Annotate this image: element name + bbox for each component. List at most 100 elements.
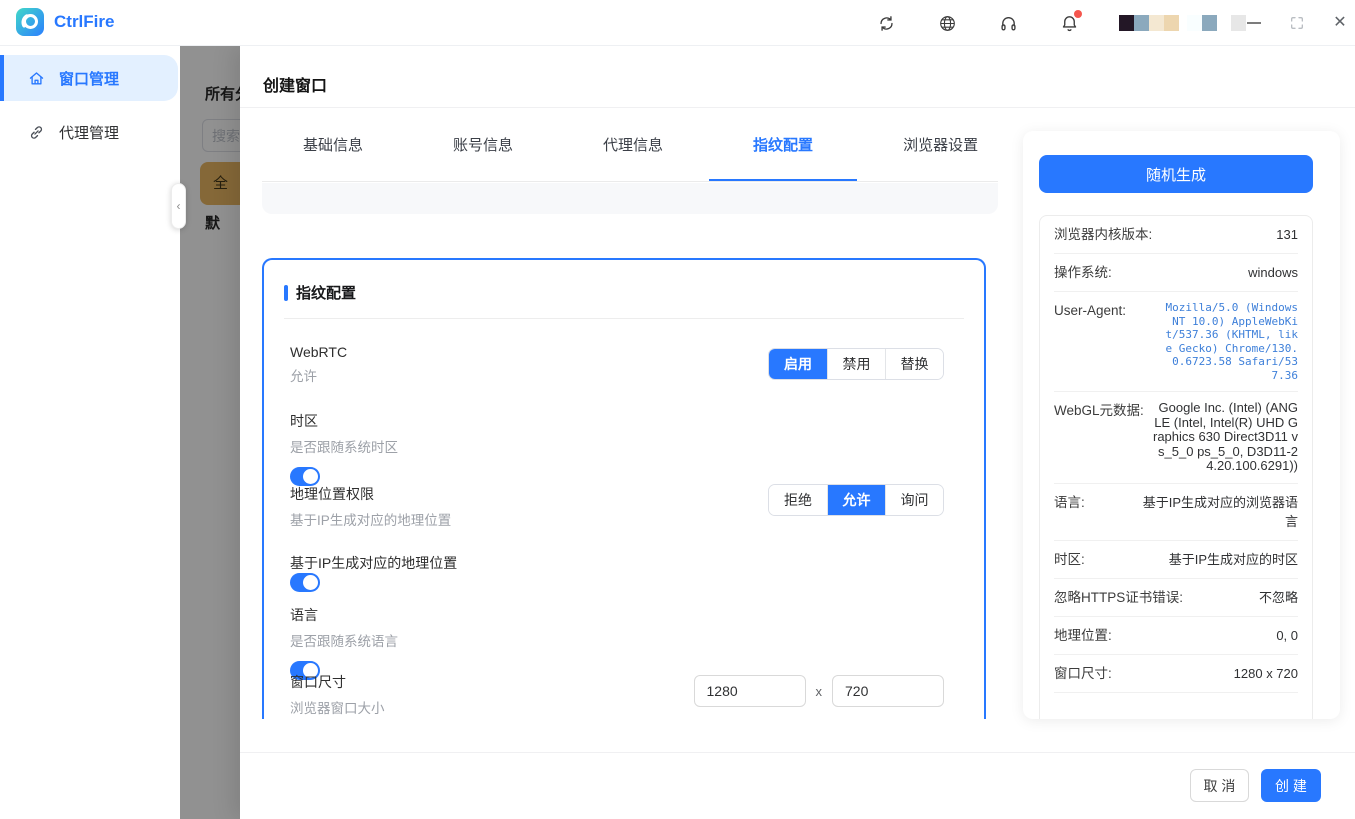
height-input[interactable] — [832, 675, 944, 707]
minimize-button[interactable] — [1246, 15, 1262, 31]
theme-swatches — [1119, 15, 1246, 31]
theme-swatch-dark[interactable] — [1119, 15, 1134, 31]
summary-value: Mozilla/5.0 (Windows NT 10.0) AppleWebKi… — [1162, 301, 1298, 382]
fullscreen-button[interactable] — [1289, 15, 1305, 31]
create-window-dialog: 创建窗口 基础信息 账号信息 代理信息 指纹配置 浏览器设置 指纹配置 WebR… — [240, 46, 1355, 819]
geo-by-ip-label: 基于IP生成对应的地理位置 — [290, 553, 944, 573]
section-title: 指纹配置 — [296, 282, 356, 303]
section-accent-bar — [284, 285, 288, 301]
sidebar-item-label: 窗口管理 — [59, 68, 119, 89]
headset-icon[interactable] — [998, 13, 1018, 33]
width-input[interactable] — [694, 675, 806, 707]
language-label: 语言 — [290, 605, 944, 625]
brand: CtrlFire — [16, 8, 114, 36]
summary-label: 浏览器内核版本: — [1054, 225, 1152, 244]
summary-row-os: 操作系统: windows — [1054, 254, 1298, 292]
topbar-actions — [876, 0, 1079, 46]
drawer-collapse-handle[interactable]: ‹ — [171, 183, 186, 229]
summary-row-webgl: WebGL元数据: Google Inc. (Intel) (ANGLE (In… — [1054, 392, 1298, 484]
theme-swatch-steel[interactable] — [1202, 15, 1217, 31]
summary-row-kernel: 浏览器内核版本: 131 — [1054, 216, 1298, 254]
toggle-knob — [303, 469, 318, 484]
window-size-row: 窗口尺寸 浏览器窗口大小 x — [290, 672, 944, 717]
create-button[interactable]: 创 建 — [1261, 769, 1321, 802]
language-sublabel: 是否跟随系统语言 — [290, 630, 944, 650]
summary-label: WebGL元数据: — [1054, 401, 1144, 420]
geo-option-ask[interactable]: 询问 — [885, 485, 943, 515]
fingerprint-section-header: 指纹配置 — [284, 282, 356, 303]
summary-value: 1280 x 720 — [1138, 664, 1298, 683]
random-generate-button[interactable]: 随机生成 — [1039, 155, 1313, 193]
sidebar-item-label: 代理管理 — [59, 122, 119, 143]
tab-browser-settings[interactable]: 浏览器设置 — [859, 107, 1022, 182]
geo-by-ip-row: 基于IP生成对应的地理位置 — [290, 553, 944, 592]
fingerprint-summary-panel: 随机生成 浏览器内核版本: 131 操作系统: windows User-Age… — [1023, 131, 1340, 719]
dialog-title: 创建窗口 — [263, 72, 327, 96]
geo-by-ip-toggle[interactable] — [290, 573, 320, 592]
theme-swatch-blue[interactable] — [1134, 15, 1149, 31]
webrtc-option-disable[interactable]: 禁用 — [827, 349, 885, 379]
summary-label: 时区: — [1054, 550, 1085, 569]
summary-value: 基于IP生成对应的浏览器语言 — [1138, 493, 1298, 531]
theme-swatch-pale[interactable] — [1187, 15, 1202, 31]
webrtc-option-enable[interactable]: 启用 — [769, 349, 827, 379]
brand-name: CtrlFire — [54, 12, 114, 32]
refresh-icon[interactable] — [876, 13, 896, 33]
tab-account-info[interactable]: 账号信息 — [409, 107, 557, 182]
tab-proxy-info[interactable]: 代理信息 — [559, 107, 707, 182]
fingerprint-summary-card: 浏览器内核版本: 131 操作系统: windows User-Agent: M… — [1039, 215, 1313, 719]
bell-icon[interactable] — [1059, 13, 1079, 33]
sidebar-item-proxy-management[interactable]: 代理管理 — [0, 109, 178, 155]
theme-swatch-tan[interactable] — [1164, 15, 1179, 31]
webrtc-segmented: 启用 禁用 替换 — [768, 348, 944, 380]
summary-value: 不忽略 — [1191, 588, 1298, 607]
background-group-panel: 所有分 全 默 — [180, 46, 240, 819]
summary-label: 操作系统: — [1054, 263, 1112, 282]
dim-overlay — [180, 46, 240, 819]
sidebar: 窗口管理 代理管理 — [0, 46, 180, 819]
summary-row-user-agent: User-Agent: Mozilla/5.0 (Windows NT 10.0… — [1054, 292, 1298, 392]
summary-label: User-Agent: — [1054, 301, 1126, 320]
summary-row-window-size: 窗口尺寸: 1280 x 720 — [1054, 655, 1298, 693]
sidebar-item-window-management[interactable]: 窗口管理 — [0, 55, 178, 101]
toggle-knob — [303, 575, 318, 590]
summary-value: 131 — [1160, 225, 1298, 244]
geo-permission-segmented: 拒绝 允许 询问 — [768, 484, 944, 516]
summary-row-timezone: 时区: 基于IP生成对应的时区 — [1054, 541, 1298, 579]
webrtc-row: WebRTC 允许 启用 禁用 替换 — [290, 344, 944, 385]
globe-icon[interactable] — [937, 13, 957, 33]
chevron-left-icon: ‹ — [177, 199, 181, 213]
cancel-button[interactable]: 取 消 — [1190, 769, 1249, 802]
summary-row-geolocation: 地理位置: 0, 0 — [1054, 617, 1298, 655]
fingerprint-config-card: 指纹配置 WebRTC 允许 启用 禁用 替换 时区 是否跟随系统时区 — [262, 258, 986, 719]
summary-value: Google Inc. (Intel) (ANGLE (Intel, Intel… — [1152, 401, 1298, 474]
app-logo-icon — [16, 8, 44, 36]
summary-row-language: 语言: 基于IP生成对应的浏览器语言 — [1054, 484, 1298, 541]
home-icon — [28, 70, 45, 87]
geo-permission-row: 地理位置权限 基于IP生成对应的地理位置 拒绝 允许 询问 — [290, 484, 944, 529]
tabs-divider — [262, 181, 998, 182]
divider — [284, 318, 964, 319]
dialog-tabs: 基础信息 账号信息 代理信息 指纹配置 浏览器设置 — [259, 107, 1022, 182]
window-size-controls: x — [694, 675, 945, 707]
summary-value: 基于IP生成对应的时区 — [1138, 550, 1298, 569]
link-icon — [28, 124, 45, 141]
theme-swatch-cream[interactable] — [1149, 15, 1164, 31]
tab-fingerprint-config[interactable]: 指纹配置 — [709, 107, 857, 182]
footer-divider — [240, 752, 1355, 753]
summary-value: 0, 0 — [1138, 626, 1298, 645]
theme-swatch-gray[interactable] — [1231, 15, 1246, 31]
summary-label: 窗口尺寸: — [1054, 664, 1112, 683]
close-button[interactable]: ✕ — [1332, 15, 1348, 31]
language-row: 语言 是否跟随系统语言 — [290, 605, 944, 669]
geo-option-deny[interactable]: 拒绝 — [769, 485, 827, 515]
geo-option-allow[interactable]: 允许 — [827, 485, 885, 515]
tab-basic-info[interactable]: 基础信息 — [259, 107, 407, 182]
webrtc-option-replace[interactable]: 替换 — [885, 349, 943, 379]
size-separator: x — [816, 684, 823, 699]
timezone-row: 时区 是否跟随系统时区 — [290, 411, 944, 475]
notification-dot — [1074, 10, 1082, 18]
app-window: CtrlFire — [0, 0, 1355, 819]
topbar: CtrlFire — [0, 0, 1355, 46]
summary-value: windows — [1138, 263, 1298, 282]
